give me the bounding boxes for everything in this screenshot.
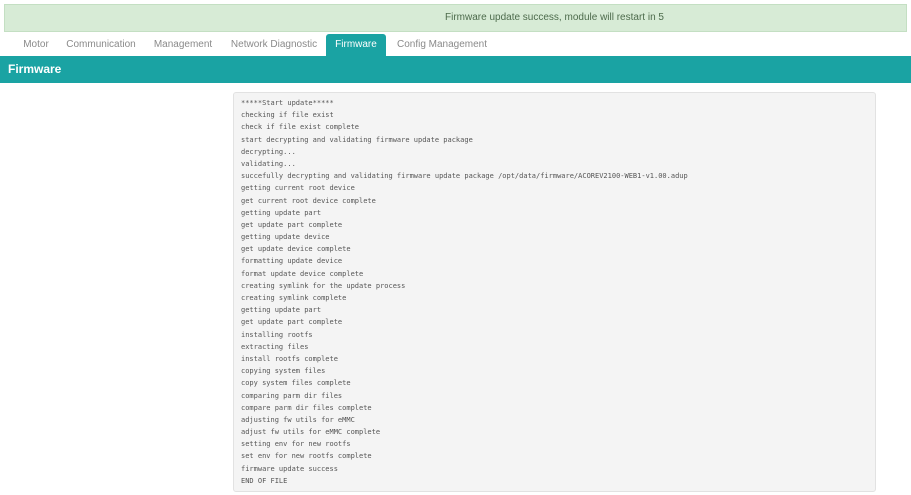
tab-management[interactable]: Management (150, 34, 216, 56)
tab-config-management[interactable]: Config Management (394, 34, 490, 56)
log-line: installing rootfs (241, 330, 313, 339)
log-line: getting update device (241, 233, 330, 242)
log-line: set env for new rootfs complete (241, 452, 372, 461)
log-line: start decrypting and validating firmware… (241, 135, 473, 144)
log-line: validating... (241, 159, 296, 168)
log-line: decrypting... (241, 147, 296, 156)
log-line: getting update part (241, 306, 322, 315)
log-line: check if file exist complete (241, 123, 360, 132)
log-line: getting current root device (241, 184, 355, 193)
log-line: formatting update device (241, 257, 343, 266)
log-line: compare parm dir files complete (241, 403, 372, 412)
log-line: setting env for new rootfs (241, 440, 351, 449)
tab-motor[interactable]: Motor (16, 34, 56, 56)
log-line: adjust fw utils for eMMC complete (241, 428, 381, 437)
update-log-panel[interactable]: *****Start update***** checking if file e… (233, 92, 876, 492)
log-line: succefully decrypting and validating fir… (241, 172, 688, 181)
log-line: get update part complete (241, 220, 343, 229)
tab-network-diagnostic[interactable]: Network Diagnostic (227, 34, 321, 56)
log-line: creating symlink for the update process (241, 281, 406, 290)
log-line: get update part complete (241, 318, 343, 327)
log-line: extracting files (241, 342, 309, 351)
tab-firmware[interactable]: Firmware (326, 34, 386, 56)
log-line: get current root device complete (241, 196, 376, 205)
log-line: adjusting fw utils for eMMC (241, 415, 355, 424)
log-line: END OF FILE (241, 476, 288, 485)
tab-communication[interactable]: Communication (64, 34, 138, 56)
log-line: firmware update success (241, 464, 338, 473)
log-line: getting update part (241, 208, 322, 217)
log-line: checking if file exist (241, 111, 334, 120)
log-line: install rootfs complete (241, 354, 338, 363)
log-line: format update device complete (241, 269, 364, 278)
status-message: Firmware update success, module will res… (445, 12, 664, 23)
firmware-page: Firmware update success, module will res… (0, 0, 911, 495)
log-line: comparing parm dir files (241, 391, 343, 400)
log-line: copy system files complete (241, 379, 351, 388)
status-banner: Firmware update success, module will res… (4, 4, 907, 32)
log-line: copying system files (241, 367, 326, 376)
section-title: Firmware (8, 62, 62, 76)
log-line: *****Start update***** (241, 99, 334, 107)
log-line: creating symlink complete (241, 294, 347, 302)
tab-bar: Motor Communication Management Network D… (0, 34, 911, 56)
log-line: get update device complete (241, 245, 351, 254)
update-log-list: *****Start update***** checking if file e… (241, 97, 688, 487)
section-header: Firmware (0, 56, 911, 83)
